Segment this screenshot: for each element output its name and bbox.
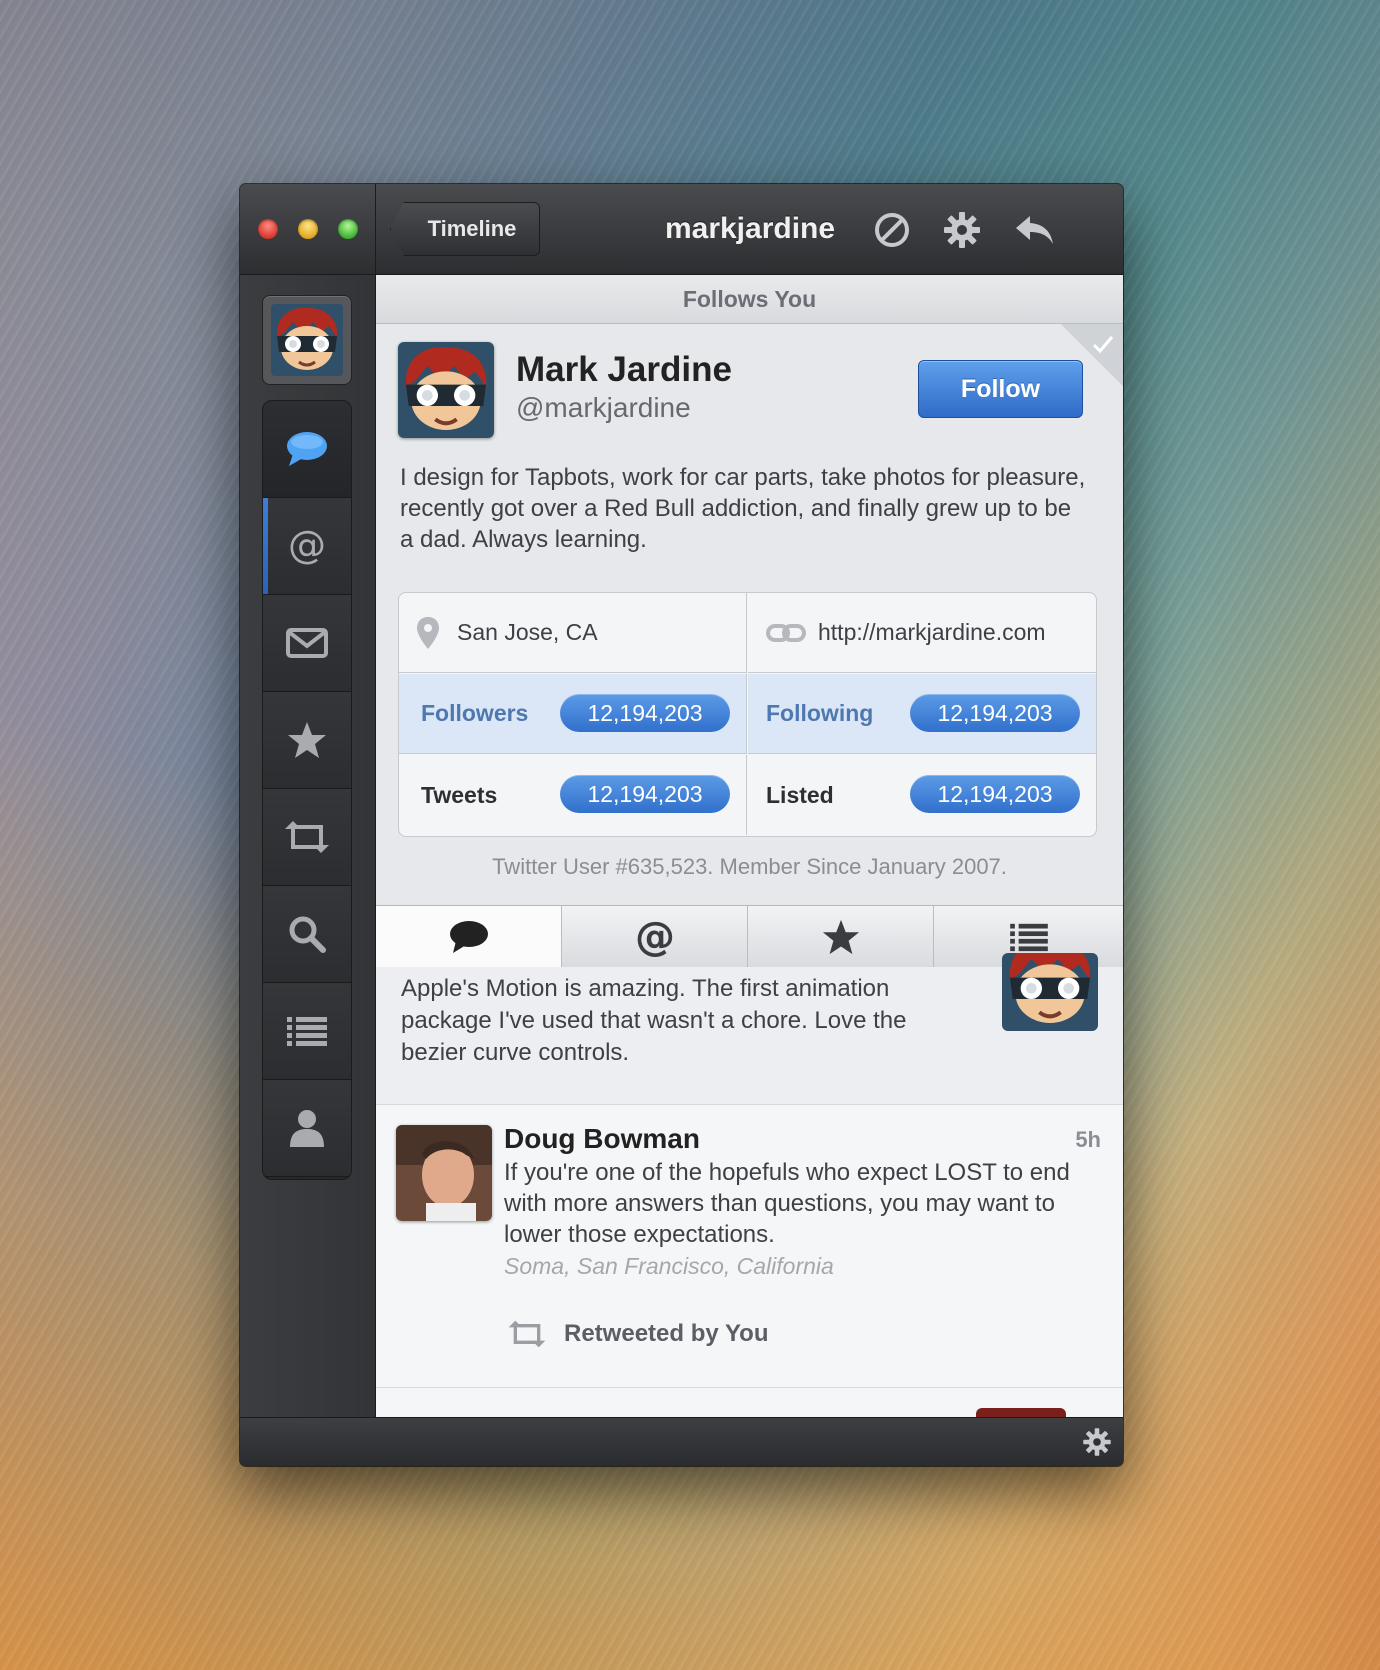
back-timeline-button[interactable]: Timeline [390, 202, 540, 256]
bottom-bar [240, 1417, 1123, 1466]
profile-card: Mark Jardine @markjardine Follow I desig… [376, 324, 1123, 904]
zoom-window-button[interactable] [338, 219, 358, 239]
tweet-stream: Apple's Motion is amazing. The first ani… [376, 953, 1123, 1417]
follow-button[interactable]: Follow [918, 360, 1083, 418]
profile-avatar[interactable] [398, 342, 494, 438]
tweet-item[interactable]: Doug Bowman 5h If you're one of the hope… [376, 1105, 1123, 1388]
tweet-text: If you're one of the hopefuls who expect… [504, 1159, 1070, 1248]
follows-you-banner: Follows You [376, 275, 1123, 324]
person-icon [290, 1110, 324, 1147]
member-since: Twitter User #635,523. Member Since Janu… [492, 854, 1007, 879]
retweet-icon [285, 821, 329, 853]
gear-icon[interactable] [940, 208, 984, 252]
retweet-indicator: Retweeted by You [504, 1319, 769, 1349]
gear-icon[interactable] [1081, 1426, 1113, 1458]
sidebar-item-messages[interactable] [263, 595, 351, 692]
profile-stats: San Jose, CA http://markjardine.com Foll… [398, 592, 1097, 837]
listed-row[interactable]: Listed 12,194,203 [748, 755, 1096, 835]
tweet-avatar[interactable] [1002, 953, 1098, 1031]
sidebar-item-search[interactable] [263, 886, 351, 983]
list-icon [1009, 923, 1048, 951]
tweet-author[interactable]: Doug Bowman [504, 1123, 700, 1155]
profile-handle: @markjardine [516, 392, 691, 423]
reply-icon[interactable] [1012, 208, 1056, 252]
search-icon [289, 916, 326, 953]
window-title: markjardine [664, 212, 836, 245]
checkmark-icon [1092, 336, 1114, 354]
tweet-item[interactable]: Apple's Motion is amazing. The first ani… [376, 953, 1123, 1105]
location-cell: San Jose, CA [399, 593, 747, 673]
following-label: Following [766, 700, 874, 726]
minimize-window-button[interactable] [298, 219, 318, 239]
account-avatar[interactable] [262, 295, 352, 385]
svg-text:@: @ [288, 525, 326, 567]
website-link[interactable]: http://markjardine.com [818, 619, 1046, 646]
sidebar-item-lists[interactable] [263, 983, 351, 1080]
tweets-label: Tweets [421, 781, 498, 808]
avatar [396, 1125, 492, 1221]
traffic-lights [240, 184, 376, 274]
retweet-icon [508, 1320, 546, 1348]
tweets-count: 12,194,203 [560, 775, 730, 813]
tab-tweets[interactable] [376, 906, 562, 967]
tweet-location: Soma, San Francisco, California [504, 1253, 834, 1279]
tab-mentions[interactable]: @ [562, 906, 748, 967]
tweet-item[interactable] [376, 1388, 1123, 1417]
followers-count: 12,194,203 [560, 694, 730, 732]
at-sign-icon: @ [635, 915, 675, 959]
sidebar-item-retweets[interactable] [263, 789, 351, 886]
tweet-timestamp: 5h [1075, 1127, 1101, 1152]
speech-bubble-icon [449, 920, 488, 953]
following-count: 12,194,203 [910, 694, 1080, 732]
avatar [271, 304, 343, 376]
sidebar-item-profile[interactable] [263, 1080, 351, 1177]
svg-text:@: @ [635, 915, 675, 959]
tab-favorites[interactable] [748, 906, 934, 967]
sidebar-nav: @ [262, 400, 352, 1180]
tweet-text: Apple's Motion is amazing. The first ani… [401, 975, 907, 1066]
at-sign-icon: @ [288, 525, 326, 567]
listed-count: 12,194,203 [910, 775, 1080, 813]
block-icon[interactable] [870, 208, 914, 252]
sidebar-item-timeline[interactable] [263, 401, 351, 498]
retweet-label: Retweeted by You [564, 1320, 769, 1347]
star-icon [822, 919, 859, 954]
app-window: Timeline markjardine @ Follows You Mark … [240, 184, 1123, 1466]
star-icon [288, 722, 326, 758]
profile-view: Follows You Mark Jardine @markjardine Fo… [376, 275, 1123, 1417]
avatar [398, 342, 494, 438]
tweets-row[interactable]: Tweets 12,194,203 [399, 755, 747, 835]
envelope-icon [286, 628, 328, 658]
url-cell[interactable]: http://markjardine.com [748, 593, 1096, 673]
followers-row[interactable]: Followers 12,194,203 [399, 674, 747, 754]
sidebar-item-favorites[interactable] [263, 692, 351, 789]
profile-bio: I design for Tapbots, work for car parts… [400, 464, 1086, 553]
avatar [1002, 953, 1098, 1031]
sidebar: @ [240, 275, 376, 1417]
location-pin-icon [417, 616, 439, 649]
link-icon [766, 623, 806, 642]
following-row[interactable]: Following 12,194,203 [748, 674, 1096, 754]
list-icon [287, 1017, 327, 1046]
tweet-avatar [976, 1408, 1066, 1417]
speech-bubble-icon [287, 432, 327, 466]
tweet-avatar[interactable] [396, 1125, 492, 1221]
location-text: San Jose, CA [457, 619, 598, 645]
profile-name: Mark Jardine [516, 350, 732, 389]
title-bar: Timeline markjardine [240, 184, 1123, 275]
close-window-button[interactable] [258, 219, 278, 239]
sidebar-item-mentions[interactable]: @ [263, 498, 351, 595]
listed-label: Listed [766, 781, 834, 808]
followers-label: Followers [421, 700, 529, 726]
